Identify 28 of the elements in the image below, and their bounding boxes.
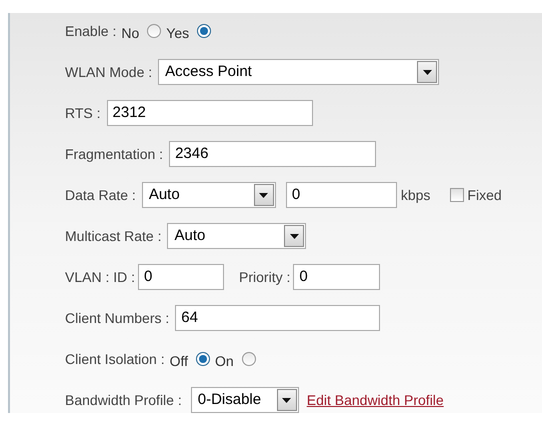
unit-label: kbps xyxy=(400,186,430,205)
input-field[interactable]: 0 xyxy=(286,182,397,208)
dropdown[interactable]: 0-Disable xyxy=(190,387,299,413)
field-label: Fragmentation : xyxy=(65,144,164,164)
field-label: Bandwidth Profile : xyxy=(65,390,182,410)
option-label: Yes xyxy=(166,24,190,42)
field-label: Client Isolation : xyxy=(65,350,165,368)
input-field[interactable]: 64 xyxy=(175,305,380,331)
dropdown[interactable]: Auto xyxy=(167,223,306,249)
field-label: Enable : xyxy=(65,22,116,40)
field-label: WLAN Mode : xyxy=(65,62,152,82)
field-label: Priority : xyxy=(239,268,290,287)
dropdown[interactable]: Access Point xyxy=(158,59,440,85)
field-label: VLAN : ID : xyxy=(65,268,136,286)
field-label: RTS : xyxy=(65,104,101,122)
edit-link[interactable]: Edit Bandwidth Profile xyxy=(306,390,444,410)
field-label: Data Rate : xyxy=(65,186,136,204)
input-field[interactable]: 0 xyxy=(293,264,380,290)
input-field[interactable]: 2346 xyxy=(169,141,376,167)
field-label: Client Numbers : xyxy=(65,308,170,328)
option-label: Off xyxy=(170,352,188,370)
dropdown[interactable]: Auto xyxy=(142,182,276,208)
field-label: Multicast Rate : xyxy=(65,226,162,246)
checkbox-label: Fixed xyxy=(467,186,502,204)
option-label: No xyxy=(121,24,140,42)
option-label: On xyxy=(215,352,234,370)
input-field[interactable]: 0 xyxy=(138,264,224,290)
input-field[interactable]: 2312 xyxy=(106,100,313,126)
